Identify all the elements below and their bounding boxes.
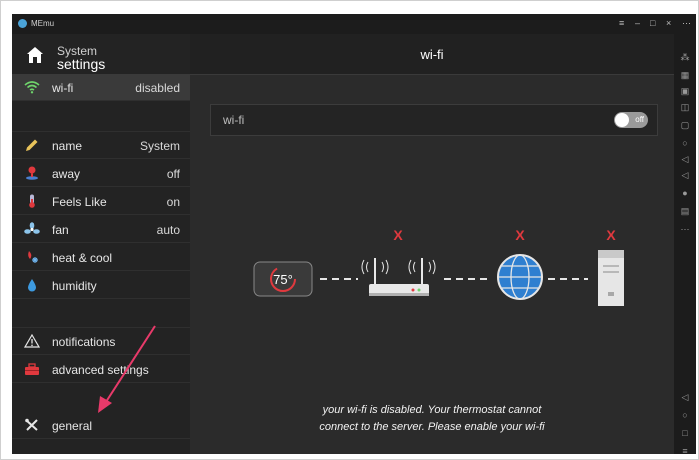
sidebar-item-feels-like[interactable]: Feels Like on bbox=[12, 188, 190, 215]
sidebar-spacer bbox=[12, 299, 190, 328]
heat-cool-icon bbox=[28, 251, 38, 263]
sidebar-item-notifications[interactable]: notifications bbox=[12, 328, 190, 355]
menu-icon[interactable]: ≡ bbox=[619, 18, 624, 28]
wifi-disabled-message: your wi-fi is disabled. Your thermostat … bbox=[190, 402, 674, 436]
more-options-icon[interactable]: ⋯ bbox=[680, 224, 690, 234]
main-panel: wi-fi wi-fi off 75° X X X your wi-fi is … bbox=[190, 34, 674, 454]
sidebar-item-away[interactable]: away off bbox=[12, 160, 190, 187]
location-icon[interactable]: ● bbox=[680, 188, 690, 198]
error-x-server: X bbox=[606, 227, 616, 243]
message-line: your wi-fi is disabled. Your thermostat … bbox=[322, 404, 542, 416]
sidebar-item-label: fan bbox=[52, 223, 69, 237]
maximize-icon[interactable]: □ bbox=[650, 18, 655, 28]
fullscreen-icon[interactable]: ▦ bbox=[680, 70, 690, 80]
page-title: wi-fi bbox=[420, 47, 444, 62]
error-x-router: X bbox=[393, 227, 403, 243]
server-icon bbox=[598, 250, 624, 306]
sidebar-item-humidity[interactable]: humidity bbox=[12, 272, 190, 299]
more-icon[interactable]: ⋯ bbox=[682, 18, 691, 29]
home-icon[interactable] bbox=[26, 46, 44, 64]
emulator-window: MEmu ≡ – □ × ⋯ System settings wi-fi dis… bbox=[12, 14, 696, 454]
sidebar-spacer bbox=[12, 383, 190, 411]
message-line: connect to the server. Please enable you… bbox=[319, 421, 545, 433]
minimize-icon[interactable]: – bbox=[635, 18, 640, 28]
sidebar-title-line2: settings bbox=[57, 56, 106, 72]
sidebar-item-label: name bbox=[52, 139, 83, 153]
shake-icon[interactable]: ○ bbox=[680, 138, 690, 148]
window-titlebar: MEmu ≡ – □ × ⋯ bbox=[12, 14, 696, 34]
app-logo-icon bbox=[18, 19, 27, 28]
screenshot-icon[interactable]: ▣ bbox=[680, 86, 690, 96]
volume-down-icon[interactable]: ◁ bbox=[680, 170, 690, 180]
sidebar-header: System settings bbox=[12, 34, 190, 74]
sidebar-item-label: advanced settings bbox=[52, 363, 149, 377]
main-header: wi-fi bbox=[190, 34, 674, 75]
back-icon[interactable]: ◁ bbox=[680, 392, 690, 402]
window-title: MEmu bbox=[31, 19, 55, 28]
sidebar-spacer bbox=[12, 101, 190, 132]
sidebar-item-value: disabled bbox=[135, 81, 180, 95]
keyboard-icon[interactable]: ⁂ bbox=[680, 52, 690, 62]
sidebar-item-advanced-settings[interactable]: advanced settings bbox=[12, 356, 190, 383]
sidebar-item-label: wi-fi bbox=[52, 81, 74, 95]
emulator-toolbar: ⁂ ▦ ▣ ◫ ▢ ○ ◁ ◁ ● ▤ ⋯ ◁ ○ □ ≡ bbox=[674, 34, 696, 454]
tools-icon bbox=[25, 418, 38, 431]
sidebar-item-fan[interactable]: fan auto bbox=[12, 216, 190, 243]
wifi-toggle[interactable]: off bbox=[614, 112, 648, 128]
error-x-globe: X bbox=[515, 227, 525, 243]
install-apk-icon[interactable]: ◫ bbox=[680, 102, 690, 112]
close-icon[interactable]: × bbox=[666, 18, 671, 28]
router-icon bbox=[361, 258, 436, 296]
sidebar-item-label: humidity bbox=[52, 279, 97, 293]
sidebar-item-value: off bbox=[166, 167, 180, 181]
sidebar-item-label: general bbox=[52, 419, 93, 433]
sidebar-item-name[interactable]: name System bbox=[12, 132, 190, 159]
connection-diagram: 75° X X X bbox=[253, 227, 624, 306]
volume-up-icon[interactable]: ◁ bbox=[680, 154, 690, 164]
warning-triangle-icon bbox=[24, 334, 40, 348]
sidebar-item-value: auto bbox=[156, 223, 180, 237]
sidebar-item-value: on bbox=[166, 195, 180, 209]
wifi-setting-label: wi-fi bbox=[223, 113, 245, 127]
home-nav-icon[interactable]: ○ bbox=[680, 410, 690, 420]
thermostat-icon: 75° bbox=[253, 261, 313, 297]
rotate-icon[interactable]: ▢ bbox=[680, 120, 690, 130]
menu-lines-icon[interactable]: ≡ bbox=[680, 446, 690, 454]
toggle-state: off bbox=[635, 115, 644, 124]
settings-sidebar: System settings wi-fi disabled name Syst… bbox=[12, 34, 190, 454]
sidebar-item-wifi[interactable]: wi-fi disabled bbox=[12, 74, 190, 101]
wifi-setting-row: wi-fi off bbox=[210, 104, 658, 136]
thermostat-temp: 75° bbox=[273, 272, 293, 287]
sidebar-item-label: heat & cool bbox=[52, 251, 113, 265]
away-person-icon bbox=[26, 166, 38, 180]
thermometer-icon bbox=[29, 194, 35, 208]
sidebar-item-label: Feels Like bbox=[52, 195, 107, 209]
recents-icon[interactable]: □ bbox=[680, 428, 690, 438]
fan-icon bbox=[24, 222, 40, 234]
toggle-knob bbox=[615, 113, 629, 127]
sidebar-item-value: System bbox=[139, 139, 180, 153]
pencil-icon bbox=[26, 139, 38, 151]
files-icon[interactable]: ▤ bbox=[680, 206, 690, 216]
globe-icon bbox=[497, 254, 543, 300]
sidebar-item-label: notifications bbox=[52, 335, 116, 349]
toolbox-icon bbox=[25, 363, 39, 375]
water-drop-icon bbox=[28, 279, 36, 292]
sidebar-item-heat-cool[interactable]: heat & cool bbox=[12, 244, 190, 271]
sidebar-item-general[interactable]: general bbox=[12, 412, 190, 439]
sidebar-item-label: away bbox=[52, 167, 81, 181]
wifi-icon bbox=[24, 81, 40, 94]
